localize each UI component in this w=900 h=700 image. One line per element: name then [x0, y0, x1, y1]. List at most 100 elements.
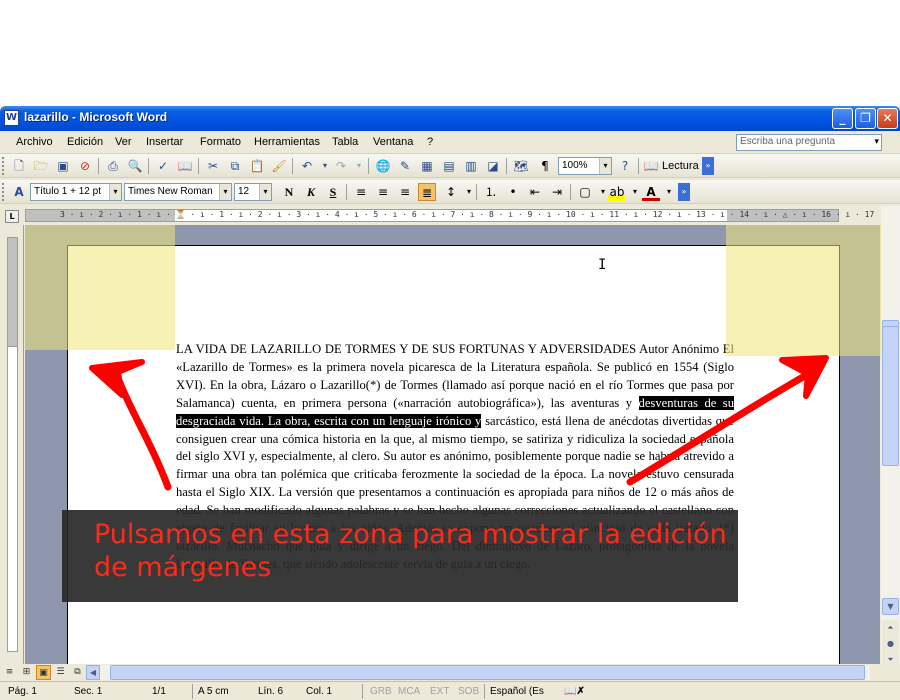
numbering-icon[interactable]: ⒈	[482, 183, 500, 201]
reading-layout-label[interactable]: Lectura	[662, 160, 699, 172]
horizontal-scroll-thumb[interactable]	[110, 665, 865, 680]
zoom-combo[interactable]: 100% ▾	[558, 157, 612, 175]
copy-icon[interactable]: ⧉	[226, 157, 244, 175]
columns-icon[interactable]: ▥	[462, 157, 480, 175]
italic-button[interactable]: K	[302, 183, 320, 201]
align-center-icon[interactable]: ≡	[374, 183, 392, 201]
chevron-down-icon[interactable]: ▾	[109, 184, 121, 200]
print-icon[interactable]: ⎙	[104, 157, 122, 175]
align-left-icon[interactable]: ≡	[352, 183, 370, 201]
style-combo[interactable]: Título 1 + 12 pt ▾	[30, 183, 122, 201]
vertical-ruler[interactable]	[0, 225, 24, 664]
toolbar-options-icon[interactable]: »	[678, 183, 690, 201]
justify-icon[interactable]: ≣	[418, 183, 436, 201]
undo-icon[interactable]: ↶	[298, 157, 316, 175]
close-button[interactable]: ✕	[877, 108, 898, 129]
restore-button[interactable]: ❐	[855, 108, 876, 129]
bullets-icon[interactable]: •	[504, 183, 522, 201]
status-page[interactable]: Pág. 1	[8, 686, 37, 697]
show-hide-paragraph-icon[interactable]: ¶	[536, 157, 554, 175]
font-combo[interactable]: Times New Roman ▾	[124, 183, 232, 201]
print-layout-icon[interactable]: ▣	[36, 665, 51, 680]
word-app-icon[interactable]: W	[4, 110, 19, 126]
status-extend[interactable]: EXT	[430, 686, 449, 697]
toolbar-grip[interactable]	[2, 157, 5, 175]
drawing-icon[interactable]: ◪	[484, 157, 502, 175]
help-icon[interactable]: ?	[616, 157, 634, 175]
left-margin-highlight[interactable]	[25, 225, 175, 350]
font-color-dropdown-icon[interactable]: ▾	[660, 183, 678, 201]
horizontal-scroll-track[interactable]	[100, 665, 870, 680]
next-page-icon[interactable]: ⏷	[882, 652, 899, 669]
borders-icon[interactable]: ▢	[576, 183, 594, 201]
new-document-icon[interactable]: 🗋	[10, 157, 28, 175]
menu-formato[interactable]: Formato	[200, 136, 241, 148]
menu-edicion[interactable]: Edición	[67, 136, 103, 148]
save-icon[interactable]: ▣	[54, 157, 72, 175]
reading-layout-icon[interactable]: 📖	[642, 157, 660, 175]
normal-view-icon[interactable]: ≡	[2, 665, 17, 680]
status-line[interactable]: Lín. 6	[258, 686, 283, 697]
menu-ver[interactable]: Ver	[115, 136, 132, 148]
underline-button[interactable]: S	[324, 183, 342, 201]
status-position[interactable]: A 5 cm	[198, 686, 229, 697]
line-spacing-icon[interactable]: ↕	[442, 183, 460, 201]
document-map-icon[interactable]: 🗺	[512, 157, 530, 175]
chevron-down-icon[interactable]: ▾	[259, 184, 271, 200]
outline-view-icon[interactable]: ☰	[53, 665, 68, 680]
redo-icon[interactable]: ↷	[332, 157, 350, 175]
horizontal-ruler[interactable]: L 3 · ı · 2 · ı · 1 · ı · ⏳ · ı · 1 · ı …	[0, 206, 900, 225]
toolbar-options-icon[interactable]: »	[702, 157, 714, 175]
decrease-indent-icon[interactable]: ⇤	[526, 183, 544, 201]
font-size-combo[interactable]: 12 ▾	[234, 183, 272, 201]
highlight-icon[interactable]: ab	[608, 183, 626, 201]
status-column[interactable]: Col. 1	[306, 686, 332, 697]
paste-icon[interactable]: 📋	[248, 157, 266, 175]
cut-icon[interactable]: ✂	[204, 157, 222, 175]
scroll-thumb[interactable]	[882, 326, 899, 466]
bold-button[interactable]: N	[280, 183, 298, 201]
status-section[interactable]: Sec. 1	[74, 686, 102, 697]
chevron-down-icon[interactable]: ▾	[219, 184, 231, 200]
hyperlink-icon[interactable]: 🌐	[374, 157, 392, 175]
chevron-down-icon[interactable]: ▾	[599, 158, 611, 174]
spelling-icon[interactable]: ✓	[154, 157, 172, 175]
reading-view-icon[interactable]: ⧉	[70, 665, 85, 680]
right-margin-highlight[interactable]	[726, 225, 881, 356]
status-track-changes[interactable]: MCA	[398, 686, 420, 697]
web-view-icon[interactable]: ⊞	[19, 665, 34, 680]
status-pages[interactable]: 1/1	[152, 686, 166, 697]
insert-table-icon[interactable]: ▦	[418, 157, 436, 175]
menu-archivo[interactable]: Archivo	[16, 136, 53, 148]
format-painter-icon[interactable]: 🖌	[270, 157, 288, 175]
vertical-scrollbar[interactable]: ▲ ▼ ⏶ ● ⏷	[881, 206, 900, 669]
browse-object-icon[interactable]: ●	[882, 636, 899, 653]
menu-help[interactable]: ?	[427, 136, 433, 148]
redo-dropdown-icon[interactable]: ▾	[350, 157, 368, 175]
font-color-icon[interactable]: A	[642, 183, 660, 201]
ask-question-box[interactable]: Escriba una pregunta ▾	[736, 134, 882, 151]
tables-borders-icon[interactable]: ✎	[396, 157, 414, 175]
previous-page-icon[interactable]: ⏶	[882, 620, 899, 637]
status-record-macro[interactable]: GRB	[370, 686, 392, 697]
scroll-left-icon[interactable]: ◀	[86, 665, 100, 680]
vertical-ruler-margin-area[interactable]	[7, 237, 18, 347]
scroll-down-icon[interactable]: ▼	[882, 598, 899, 615]
menu-ventana[interactable]: Ventana	[373, 136, 413, 148]
print-preview-icon[interactable]: 🔍	[126, 157, 144, 175]
styles-formatting-icon[interactable]: A	[10, 183, 28, 201]
align-right-icon[interactable]: ≡	[396, 183, 414, 201]
permission-icon[interactable]: ⊘	[76, 157, 94, 175]
chevron-down-icon[interactable]: ▾	[874, 136, 879, 147]
insert-excel-icon[interactable]: ▤	[440, 157, 458, 175]
minimize-button[interactable]: _	[832, 108, 853, 129]
increase-indent-icon[interactable]: ⇥	[548, 183, 566, 201]
status-language[interactable]: Español (Es	[490, 686, 544, 697]
tab-selector[interactable]: L	[5, 210, 19, 223]
menu-tabla[interactable]: Tabla	[332, 136, 358, 148]
horizontal-scrollbar[interactable]: ≡ ⊞ ▣ ☰ ⧉ ◀	[0, 664, 881, 681]
open-folder-icon[interactable]: 🗁	[32, 157, 50, 175]
spelling-status-icon[interactable]: 📖✗	[564, 686, 585, 697]
research-icon[interactable]: 📖	[176, 157, 194, 175]
menu-insertar[interactable]: Insertar	[146, 136, 183, 148]
